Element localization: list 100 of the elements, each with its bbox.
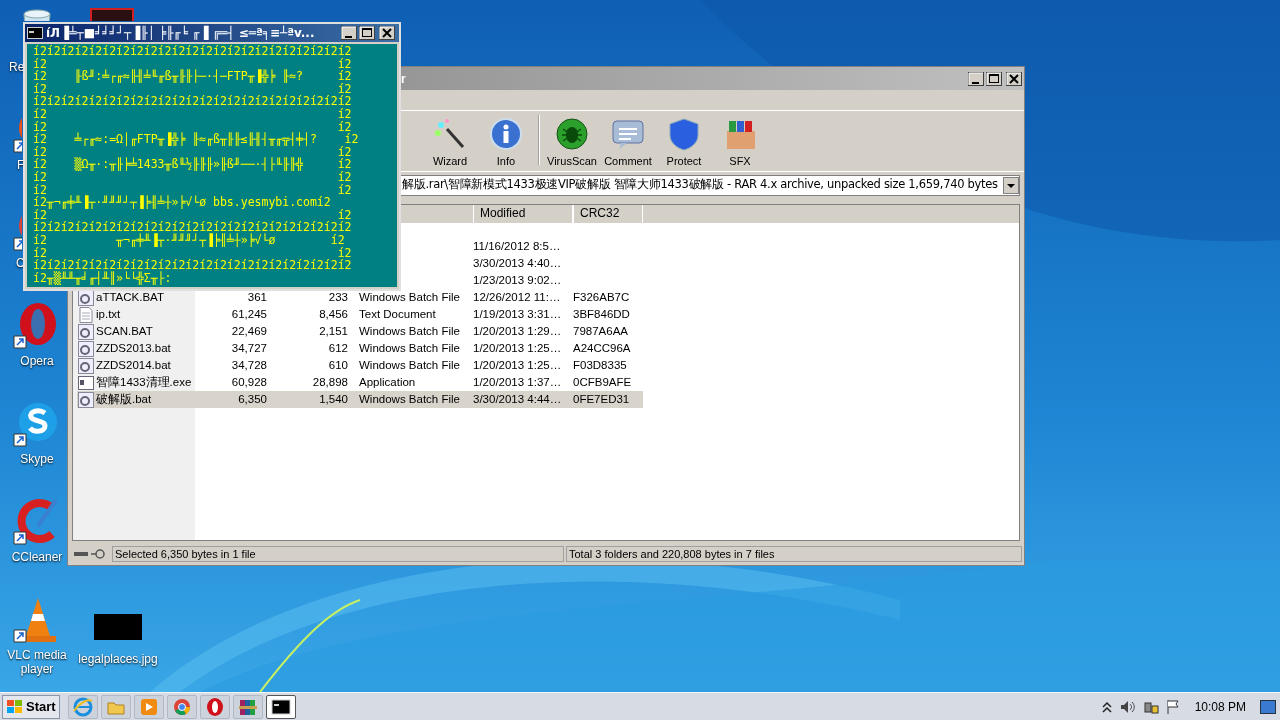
gear-file-icon — [78, 340, 94, 357]
gear-file-icon — [78, 391, 94, 408]
table-cell: 0CFB9AFE — [573, 375, 632, 388]
speech-bubble-icon — [611, 117, 645, 151]
table-cell: Windows Batch File — [359, 324, 460, 337]
toolbar-button[interactable]: Comment — [600, 113, 656, 171]
console-line: í2 í2 — [33, 107, 353, 121]
table-cell: 0FE7ED31 — [573, 392, 630, 405]
console-line: í2 ▒Ω╥·:╥╟╞╧1433╥ß╙½╟╟╟»╟ß╜──·┤├╙╟╟╬ í2 — [33, 158, 353, 171]
chevron-up-icon[interactable] — [1100, 699, 1113, 714]
status-text: Total 3 folders and 220,808 bytes in 7 files — [566, 546, 1022, 562]
table-cell: 3BF846DD — [573, 307, 630, 320]
toolbar-button[interactable]: VirusScan — [544, 113, 600, 171]
table-cell: 612 — [328, 341, 348, 354]
icon-label[interactable]: Re — [9, 60, 25, 74]
maximize-button[interactable] — [986, 71, 1002, 86]
file-name[interactable]: ip.txt — [96, 305, 121, 324]
image-thumbnail-icon[interactable] — [94, 614, 142, 640]
maximize-button[interactable] — [359, 26, 375, 40]
table-cell: 60,928 — [231, 375, 267, 388]
console-line: í2╥▒╨╨╥╛╓┤╨║»└└╬Σ╥├: — [33, 271, 173, 285]
icon-label[interactable]: Opera — [20, 354, 54, 368]
document-icon — [78, 306, 94, 323]
table-cell: 361 — [247, 290, 267, 303]
table-cell: Windows Batch File — [359, 290, 460, 303]
column-header[interactable]: CRC32 — [573, 205, 643, 223]
console-line: í2í2í2í2í2í2í2í2í2í2í2í2í2í2í2í2í2í2í2í2í2í2í2 — [33, 221, 353, 234]
file-name[interactable]: SCAN.BAT — [96, 322, 153, 341]
console-line: í2 ╧┌╓≈:=Ω│╓FTP╥▐╬╞ ╟≈╓ß╥╟╟≤╟╢┤╥╓╦┤╪┤? í2 — [33, 133, 360, 146]
table-cell: 34,728 — [231, 358, 267, 371]
table-cell: 1,540 — [319, 392, 348, 405]
table-cell: 233 — [328, 290, 348, 303]
dropdown-button[interactable] — [1003, 176, 1019, 194]
table-cell: 12/26/2012 11:… — [473, 290, 561, 303]
start-button[interactable]: Start — [2, 694, 60, 719]
table-cell: 1/20/2013 1:29… — [473, 324, 562, 337]
bug-icon — [555, 117, 589, 151]
table-cell: 8,456 — [319, 307, 348, 320]
browser-icon — [72, 696, 93, 717]
console-line: í2í2í2í2í2í2í2í2í2í2í2í2í2í2í2í2í2í2í2í2í2í2í2 — [33, 259, 353, 272]
opera-icon — [204, 696, 225, 717]
table-cell: 610 — [328, 358, 348, 371]
selected-row[interactable]: 破解版.bat 6,350 1,540 Windows Batch File 3/30/2013 4:44… 0FE7ED31 — [77, 391, 643, 408]
windows-logo-icon — [6, 698, 24, 715]
minimize-button[interactable] — [341, 26, 357, 40]
table-cell: Windows Batch File — [359, 341, 460, 354]
browser-icon — [171, 696, 192, 717]
gear-file-icon — [78, 323, 94, 340]
table-cell: 61,245 — [231, 307, 267, 320]
info-icon — [489, 117, 523, 151]
table-cell: Text Document — [359, 307, 436, 320]
address-field[interactable]: 解版.rar\智障新模式1433极速VIP破解版 智障大师1433破解版 - RAR 4.x archive, unpacked size 1,659,740 bytes — [398, 174, 1020, 196]
close-button[interactable] — [379, 26, 395, 40]
file-name[interactable]: 智障1433清理.exe — [96, 373, 192, 392]
shield-icon — [667, 117, 701, 151]
file-name[interactable]: ZZDS2013.bat — [96, 339, 171, 358]
table-cell: Application — [359, 375, 416, 388]
table-cell: 6,350 — [238, 392, 267, 405]
gear-file-icon — [78, 357, 94, 374]
table-cell: 11/16/2012 8:5… — [473, 239, 561, 252]
console-line: í2 ╟ß╜:╧┌╓≈╟╢╧╙╓ß╥╟╟├─·┤─FTP╥▐╬╞ ╟≈? í2 — [33, 70, 353, 83]
table-cell: F03D8335 — [573, 358, 627, 371]
close-button[interactable] — [1006, 71, 1022, 86]
window-title: r — [401, 70, 406, 88]
table-cell: Windows Batch File — [359, 358, 460, 371]
table-cell: 1/23/2013 9:02… — [473, 273, 562, 286]
table-cell: 3/30/2013 4:40… — [473, 256, 562, 269]
toolbar-button[interactable]: Protect — [656, 113, 712, 171]
play-icon — [138, 696, 159, 717]
table-cell: 28,898 — [312, 375, 348, 388]
window-title: íЛ▐╧┬■╛╛╛┘┬▐╟│ ╞╟╓╘ ╓▐ ╔═┤ ≤═ª╕≡┴ªv... — [46, 24, 316, 42]
icon-label[interactable]: Skype — [20, 452, 54, 466]
table-cell: 1/19/2013 3:31… — [473, 307, 562, 320]
status-text: Selected 6,350 bytes in 1 file — [112, 546, 564, 562]
show-desktop-icon[interactable] — [1260, 699, 1276, 714]
toolbar-button[interactable]: Wizard — [422, 113, 478, 171]
table-cell: 2,151 — [319, 324, 348, 337]
table-cell: F326AB7C — [573, 290, 630, 303]
console-icon — [270, 696, 291, 717]
table-cell: A24CC96A — [573, 341, 631, 354]
file-name[interactable]: 破解版.bat — [96, 390, 152, 409]
console-line: í2 í2 — [33, 82, 353, 96]
table-cell: Windows Batch File — [359, 392, 460, 405]
toolbar-button[interactable]: Info — [478, 113, 534, 171]
toolbar-button[interactable]: SFX — [712, 113, 768, 171]
console-line: í2 í2 — [33, 170, 353, 184]
console-line: í2 í2 — [33, 246, 353, 260]
console-line: í2╥¬╓╪╨▐┬·╜╜╜┘┬▐╞╢╧┼»╞√└ø bbs.yesmybi.comí2 — [33, 196, 332, 209]
table-cell: 1/20/2013 1:37… — [473, 375, 562, 388]
table-cell: 7987A6AA — [573, 324, 628, 337]
flag-icon[interactable] — [1164, 698, 1181, 715]
file-name[interactable]: ZZDS2014.bat — [96, 356, 171, 375]
table-cell: 1/20/2013 1:25… — [473, 358, 562, 371]
minimize-button[interactable] — [968, 71, 984, 86]
clock[interactable]: 10:08 PM — [1194, 697, 1246, 716]
taskbar-button[interactable] — [265, 694, 296, 719]
table-cell: 34,727 — [231, 341, 267, 354]
file-name[interactable]: aTTACK.BAT — [96, 288, 164, 307]
console-line: í2 í2 — [33, 208, 353, 222]
column-header[interactable]: Modified — [473, 205, 573, 223]
